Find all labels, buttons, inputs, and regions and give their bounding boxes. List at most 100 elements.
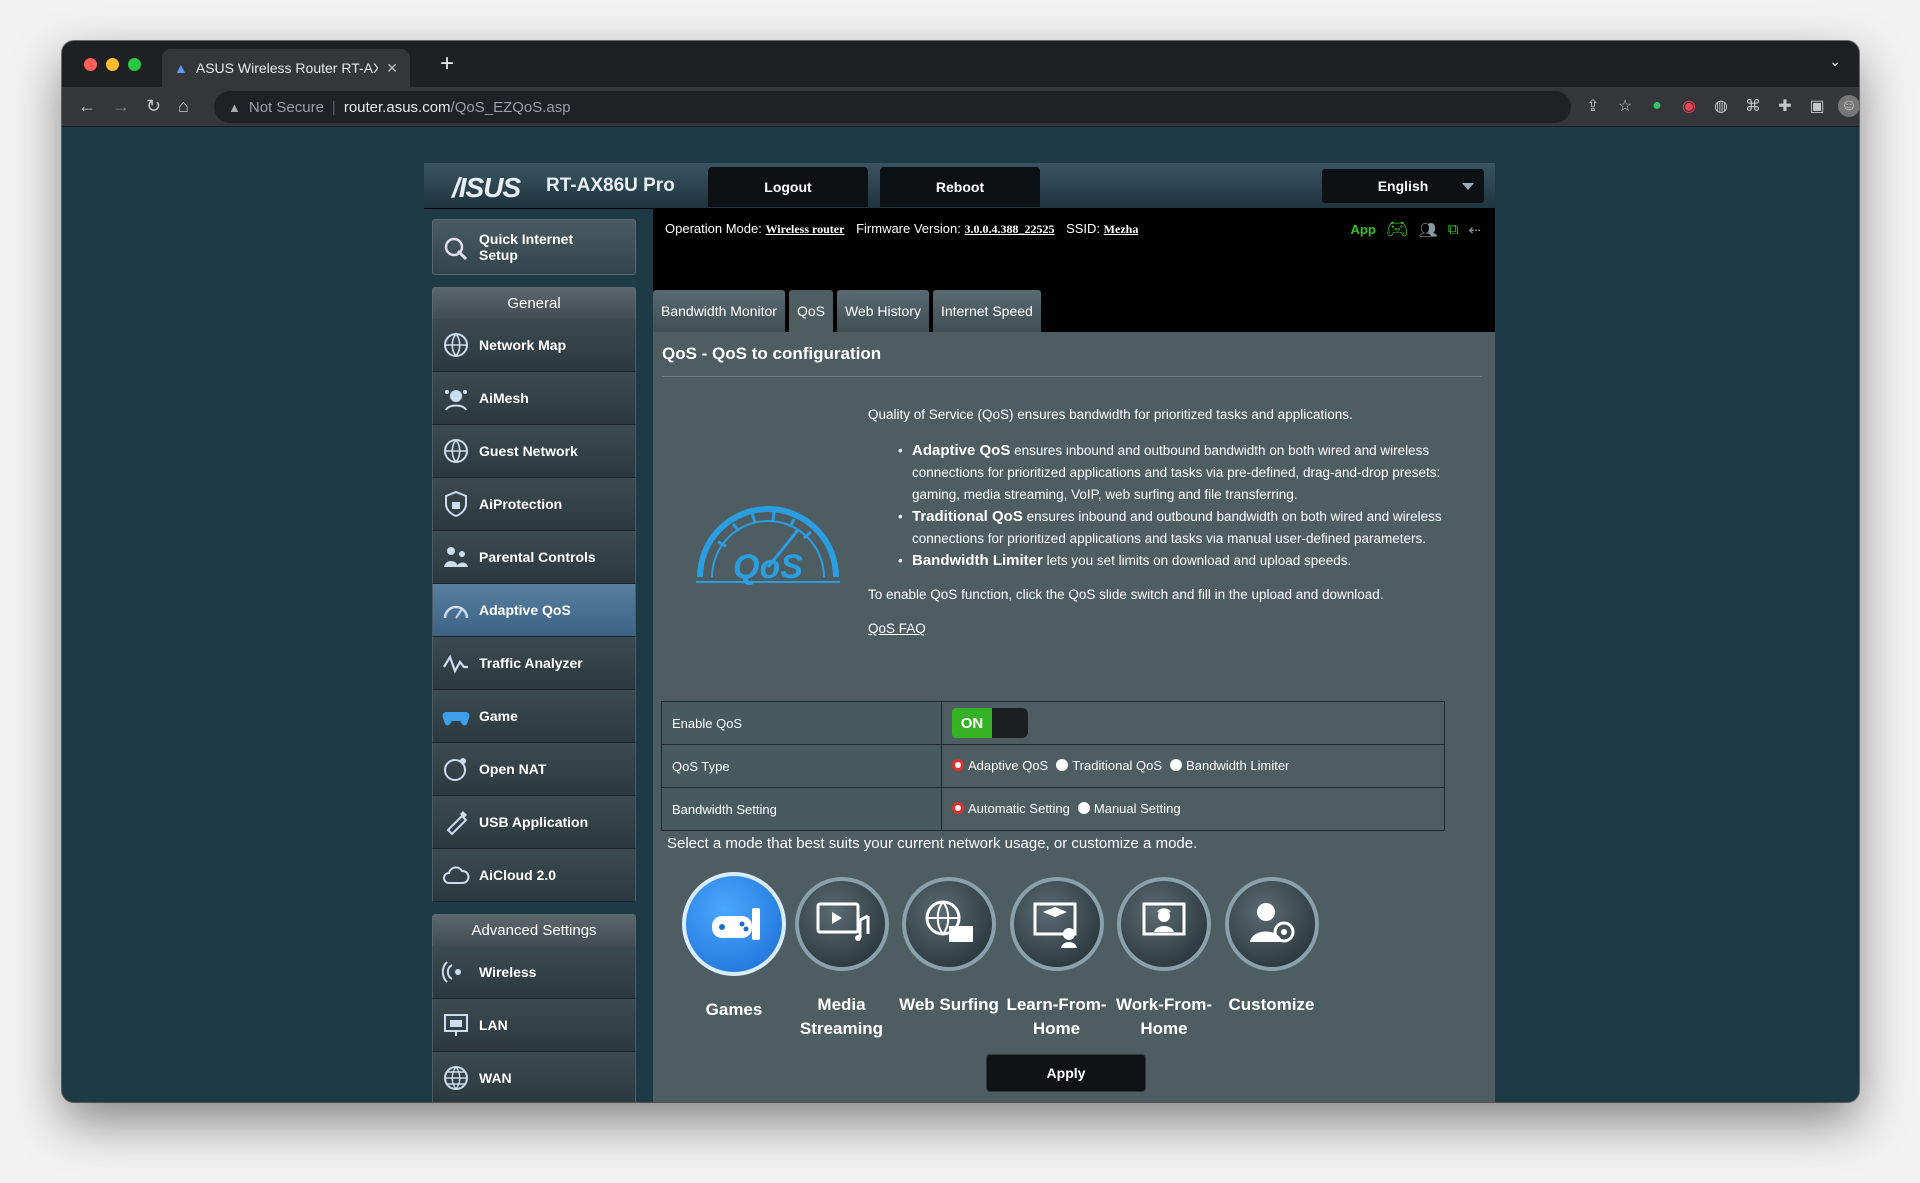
- qos-type-bandwidth-limiter-radio[interactable]: Bandwidth Limiter: [1170, 758, 1289, 773]
- sidebar-item-aiprotection[interactable]: AiProtection: [432, 478, 636, 531]
- apply-button[interactable]: Apply: [986, 1054, 1146, 1092]
- sidebar-item-parental-controls[interactable]: Parental Controls: [432, 531, 636, 584]
- learn-from-home-icon: [1009, 877, 1104, 971]
- extension-green-icon[interactable]: ●: [1646, 95, 1668, 117]
- url-path: /QoS_EZQoS.asp: [450, 98, 571, 116]
- mode-prompt: Select a mode that best suits your curre…: [667, 835, 1198, 852]
- guest-network-icon: [441, 436, 471, 466]
- bookmark-star-icon[interactable]: ☆: [1614, 95, 1636, 117]
- bandwidth-setting-options: Automatic Setting Manual Setting: [941, 787, 1445, 831]
- radio-dot: [952, 759, 964, 772]
- sidebar-item-label: AiCloud 2.0: [479, 867, 557, 883]
- back-arrow-icon[interactable]: ←: [78, 95, 96, 117]
- qos-description: Quality of Service (QoS) ensures bandwid…: [868, 404, 1468, 640]
- close-window-button[interactable]: [84, 58, 97, 71]
- home-icon[interactable]: ⌂: [178, 95, 189, 117]
- media-streaming-icon: [794, 877, 889, 971]
- sidebar-item-open-nat[interactable]: Open NAT: [432, 743, 636, 796]
- reboot-button[interactable]: Reboot: [880, 167, 1040, 207]
- router-header: /ISUS RT-AX86U Pro Logout Reboot English: [424, 163, 1495, 209]
- open-nat-icon: [441, 754, 471, 784]
- sidebar-item-aimesh[interactable]: AiMesh: [432, 372, 636, 425]
- parental-controls-icon: [441, 542, 471, 572]
- sidebar-item-adaptive-qos[interactable]: Adaptive QoS: [432, 584, 636, 637]
- advanced-menu: Wireless LAN WAN: [432, 946, 636, 1102]
- gamepad-status-icon[interactable]: 🎮︎: [1386, 219, 1409, 240]
- qos-content: QoS - QoS to configuration QoS Quality o…: [653, 332, 1495, 1102]
- firmware-link[interactable]: 3.0.0.4.388_22525: [964, 222, 1054, 236]
- profile-avatar[interactable]: ☺: [1838, 95, 1859, 117]
- puzzle-extensions-icon[interactable]: ✚: [1774, 95, 1796, 117]
- qos-faq-link[interactable]: QoS FAQ: [868, 618, 926, 640]
- bandwidth-automatic-setting-radio[interactable]: Automatic Setting: [952, 801, 1070, 816]
- window-controls: [84, 58, 141, 71]
- qos-intro: Quality of Service (QoS) ensures bandwid…: [868, 407, 1353, 422]
- qos-type-traditional-qos-radio[interactable]: Traditional QoS: [1056, 758, 1162, 773]
- mode-customize[interactable]: Customize: [1207, 877, 1337, 1017]
- tab-internet-speed[interactable]: Internet Speed: [932, 290, 1041, 332]
- sidebar-item-traffic-analyzer[interactable]: Traffic Analyzer: [432, 637, 636, 690]
- general-menu: Network Map AiMesh Guest Network AiProtecti…: [432, 319, 636, 902]
- table-row: Bandwidth Setting Automatic Setting Manua…: [661, 787, 1445, 831]
- usb-status-icon[interactable]: ⇠: [1468, 221, 1481, 239]
- separator: |: [331, 98, 336, 116]
- sidebar-item-label: USB Application: [479, 814, 589, 830]
- tab-bandwidth-monitor[interactable]: Bandwidth Monitor: [653, 290, 785, 332]
- lan-icon: [441, 1010, 471, 1040]
- bandwidth-manual-setting-radio[interactable]: Manual Setting: [1077, 801, 1181, 816]
- bullet-term: Adaptive QoS: [912, 442, 1011, 459]
- sidebar-item-usb-application[interactable]: USB Application: [432, 796, 636, 849]
- qos-type-option-label: Bandwidth Limiter: [1186, 757, 1290, 773]
- forward-arrow-icon[interactable]: →: [112, 95, 130, 117]
- title-divider: [662, 376, 1482, 377]
- sidebar-item-game[interactable]: Game: [432, 690, 636, 743]
- tab-web-history[interactable]: Web History: [836, 290, 929, 332]
- minimize-window-button[interactable]: [106, 58, 119, 71]
- aiprotection-icon: [441, 489, 471, 519]
- status-bar: Operation Mode: Wireless router Firmware…: [665, 221, 1146, 237]
- sidebar-toggle-icon[interactable]: ▣: [1806, 95, 1828, 117]
- logout-button[interactable]: Logout: [708, 167, 868, 207]
- enable-qos-cell: ON: [941, 701, 1445, 745]
- language-value: English: [1377, 178, 1429, 194]
- advanced-settings-header: Advanced Settings: [432, 914, 636, 946]
- wizard-icon: [441, 232, 471, 262]
- sidebar-item-label: AiMesh: [479, 390, 529, 406]
- radio-dot: [1056, 759, 1069, 772]
- browser-tab[interactable]: ▲ ASUS Wireless Router RT-AX8 ✕: [162, 49, 410, 87]
- extension-shield-icon[interactable]: ◍: [1710, 95, 1732, 117]
- page-title: QoS - QoS to configuration: [662, 344, 882, 363]
- qos-type-adaptive-qos-radio[interactable]: Adaptive QoS: [952, 758, 1048, 773]
- reload-icon[interactable]: ↻: [146, 95, 161, 117]
- share-icon[interactable]: ⇪: [1582, 95, 1604, 117]
- sidebar-item-wireless[interactable]: Wireless: [432, 946, 636, 999]
- qos-type-label: QoS Type: [661, 744, 942, 788]
- sidebar-item-guest-network[interactable]: Guest Network: [432, 425, 636, 478]
- sidebar-item-aicloud-2-0[interactable]: AiCloud 2.0: [432, 849, 636, 902]
- new-tab-button[interactable]: +: [440, 49, 454, 79]
- tab-qos[interactable]: QoS: [788, 290, 833, 332]
- extension-toolbar: ⇪ ☆ ● ◉ ◍ ⌘ ✚ ▣ ☺ ⋮: [1582, 95, 1859, 117]
- close-tab-icon[interactable]: ✕: [386, 60, 398, 77]
- sidebar-item-label: Parental Controls: [479, 549, 596, 565]
- list-item: Adaptive QoS ensures inbound and outboun…: [898, 440, 1468, 506]
- pocket-icon[interactable]: ◉: [1678, 95, 1700, 117]
- network-status-icon[interactable]: ⧉: [1448, 221, 1459, 238]
- address-bar[interactable]: ▲ Not Secure | router.asus.com/QoS_EZQoS…: [214, 91, 1571, 123]
- sidebar-item-label: Game: [479, 708, 518, 724]
- clients-status-icon[interactable]: 👥︎: [1419, 221, 1438, 239]
- enable-qos-toggle[interactable]: ON: [952, 708, 1028, 738]
- asus-logo[interactable]: /ISUS: [452, 172, 521, 204]
- language-select[interactable]: English: [1322, 169, 1484, 203]
- sidebar-item-network-map[interactable]: Network Map: [432, 319, 636, 372]
- app-link[interactable]: App: [1351, 222, 1376, 237]
- operation-mode-link[interactable]: Wireless router: [765, 222, 844, 236]
- quick-internet-setup-button[interactable]: Quick Internet Setup: [432, 219, 636, 275]
- zoom-window-button[interactable]: [128, 58, 141, 71]
- sidebar-item-wan[interactable]: WAN: [432, 1052, 636, 1102]
- extension-translate-icon[interactable]: ⌘: [1742, 95, 1764, 117]
- ssid-link[interactable]: Mezha: [1104, 222, 1139, 236]
- svg-text:QoS: QoS: [733, 548, 803, 586]
- tab-list-chevron-down-icon[interactable]: ⌄: [1829, 53, 1841, 70]
- sidebar-item-lan[interactable]: LAN: [432, 999, 636, 1052]
